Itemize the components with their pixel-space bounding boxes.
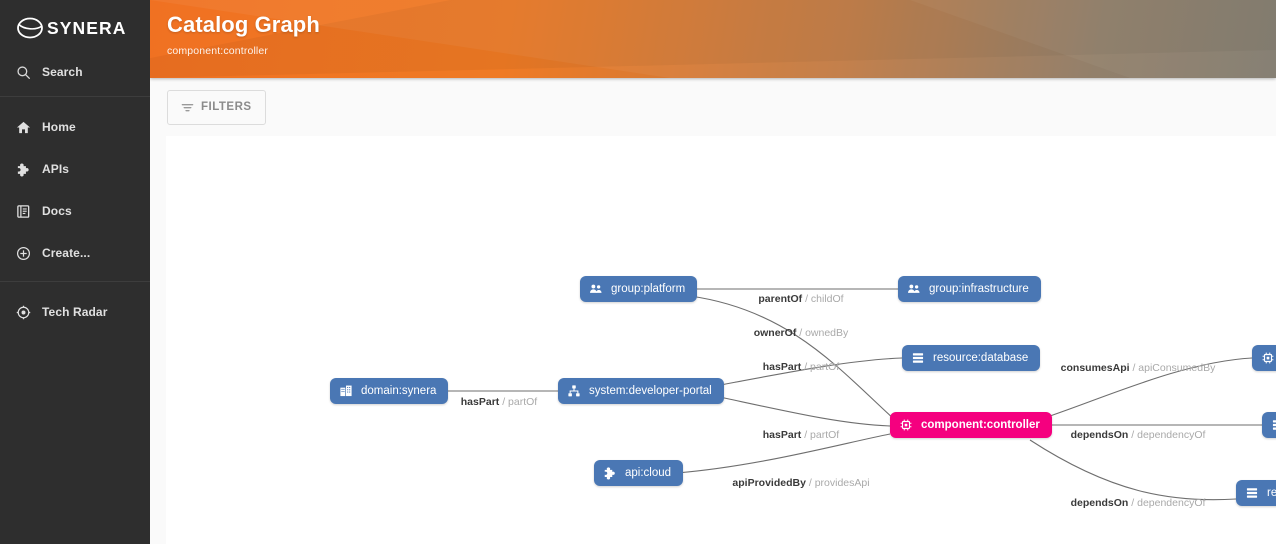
component-icon (899, 418, 913, 432)
graph-node-label: domain:synera (361, 385, 437, 397)
graph-node-label: api:cloud (625, 467, 672, 479)
graph-edge-label: consumesApi / apiConsumedBy (1060, 362, 1216, 374)
graph-node-label: group:infrastructure (929, 283, 1029, 295)
resource-icon (1271, 418, 1276, 432)
book-icon (16, 204, 31, 219)
graph-canvas[interactable]: group:platform group:infrastructure resour… (166, 136, 1276, 544)
sidebar-item-docs[interactable]: Docs (0, 195, 150, 227)
sidebar-item-create[interactable]: Create... (0, 237, 150, 269)
graph-edge-label: hasPart / partOf (762, 361, 840, 373)
filters-button[interactable]: FILTERS (167, 89, 266, 125)
graph-edge-label: hasPart / partOf (762, 429, 840, 441)
graph-node-group-platform[interactable]: group:platform (580, 276, 698, 302)
graph-node-label: system:developer-portal (589, 385, 712, 397)
synera-ellipse-logo-icon (16, 15, 44, 41)
sidebar-item-create-label: Create... (42, 246, 91, 260)
page-subtitle: component:controller (167, 45, 269, 57)
graph-edge (714, 395, 891, 427)
graph-node-api-cloud[interactable]: api:cloud (594, 460, 684, 486)
graph-node-resource-cache[interactable]: resource:cache (1262, 412, 1276, 438)
sidebar-item-apis-label: APIs (42, 162, 70, 176)
resource-icon (1245, 486, 1259, 500)
graph-node-label: group:platform (611, 283, 686, 295)
graph-node-label: resource:database (933, 352, 1029, 364)
page-title: Catalog Graph (167, 12, 320, 37)
graph-node-label: resource:message-queue (1267, 487, 1276, 499)
sidebar-item-home-label: Home (42, 120, 76, 134)
graph-edge-label: dependsOn / dependencyOf (1070, 497, 1206, 509)
group-icon (907, 282, 921, 296)
graph-node-resource-database[interactable]: resource:database (902, 345, 1041, 371)
graph-edge (1029, 439, 1237, 501)
sidebar: SYNERA Search Home APIs Docs Create... T… (0, 0, 150, 544)
graph-node-component-controller[interactable]: component:controller (890, 412, 1052, 438)
filter-icon (181, 101, 194, 114)
page-header: Catalog Graph component:controller (150, 0, 1276, 78)
domain-icon (339, 384, 353, 398)
sidebar-item-home[interactable]: Home (0, 111, 150, 143)
puzzle-icon (603, 466, 617, 480)
plus-circle-icon (16, 246, 31, 261)
sidebar-item-tech-radar-label: Tech Radar (42, 305, 108, 319)
graph-node-domain-synera[interactable]: domain:synera (330, 378, 449, 404)
graph-node-component-process[interactable]: component:process (1252, 345, 1276, 371)
home-icon (16, 120, 31, 135)
component-icon (1261, 351, 1275, 365)
sidebar-item-docs-label: Docs (42, 204, 72, 218)
graph-node-system-developer-portal[interactable]: system:developer-portal (558, 378, 724, 404)
app-root: SYNERA Search Home APIs Docs Create... T… (0, 0, 1276, 544)
system-icon (567, 384, 581, 398)
graph-node-label: component:controller (921, 419, 1040, 431)
graph-edges (442, 288, 1262, 501)
graph-node-resource-message-queue[interactable]: resource:message-queue (1236, 480, 1276, 506)
puzzle-icon (16, 162, 31, 177)
group-icon (589, 282, 603, 296)
graph-edge-label: ownerOf / ownedBy (753, 327, 849, 339)
graph-edge-label: parentOf / childOf (758, 293, 844, 305)
logo-text: SYNERA (47, 17, 127, 38)
graph-node-group-infrastructure[interactable]: group:infrastructure (898, 276, 1041, 302)
sidebar-item-search[interactable]: Search (0, 56, 150, 88)
graph-edge-label: hasPart / partOf (460, 396, 538, 408)
toolbar: FILTERS (150, 78, 1276, 136)
search-icon (16, 65, 31, 80)
filters-button-label: FILTERS (201, 101, 252, 113)
graph-edge-label: dependsOn / dependencyOf (1070, 429, 1206, 441)
sidebar-item-apis[interactable]: APIs (0, 153, 150, 185)
logo[interactable]: SYNERA (0, 0, 150, 56)
main-content: Catalog Graph component:controller FILTE… (150, 0, 1276, 544)
radar-icon (16, 305, 31, 320)
sidebar-item-tech-radar[interactable]: Tech Radar (0, 296, 150, 328)
graph-edge-label: apiProvidedBy / providesApi (732, 477, 870, 489)
resource-icon (911, 351, 925, 365)
sidebar-item-search-label: Search (42, 65, 83, 79)
